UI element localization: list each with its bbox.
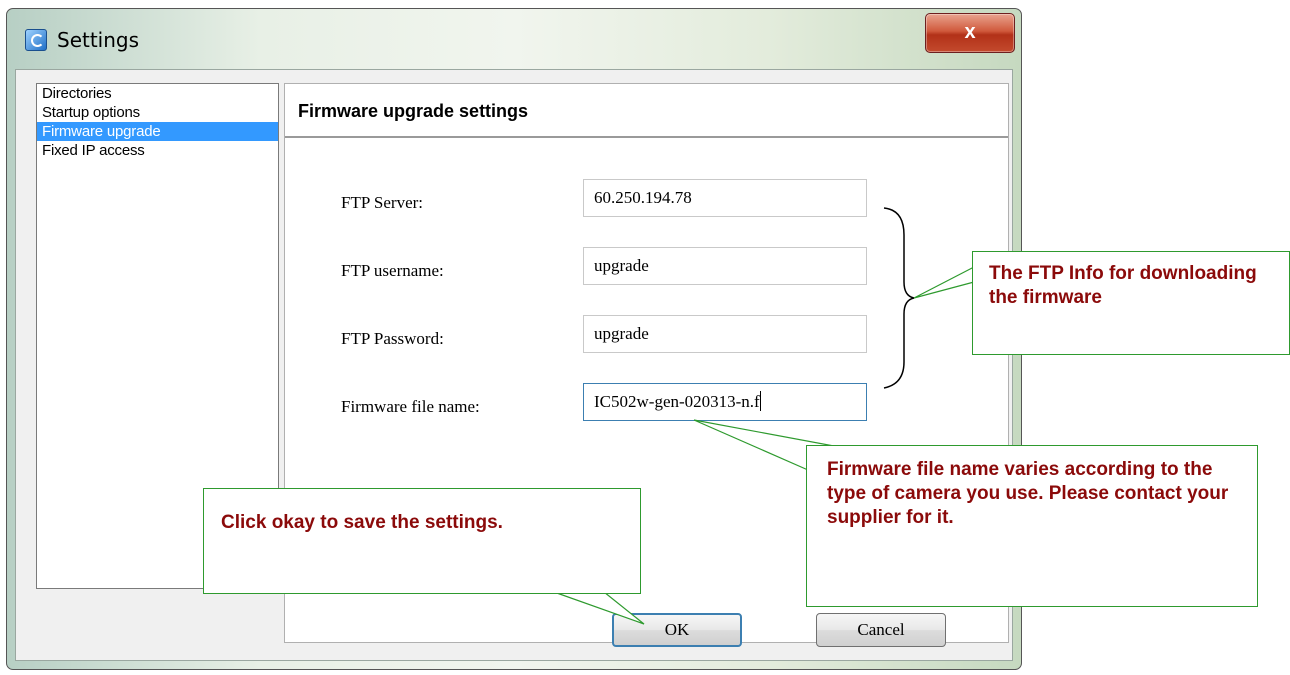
firmware-file-name-label: Firmware file name:	[341, 397, 480, 416]
text-caret	[759, 391, 761, 411]
close-icon: x	[964, 21, 976, 43]
ftp-password-input[interactable]: upgrade	[583, 315, 867, 353]
ftp-username-input[interactable]: upgrade	[583, 247, 867, 285]
ok-button[interactable]: OK	[612, 613, 742, 647]
ok-hint-callout: Click okay to save the settings.	[203, 488, 641, 594]
window-title: Settings	[57, 28, 140, 52]
ok-hint-callout-text: Click okay to save the settings.	[221, 512, 503, 533]
sidebar-item-directories[interactable]: Directories	[37, 84, 278, 103]
app-icon	[25, 29, 47, 51]
ftp-password-label: FTP Password:	[341, 329, 444, 348]
firmware-file-name-value: IC502w-gen-020313-n.f	[594, 392, 760, 411]
sidebar-item-firmware-upgrade[interactable]: Firmware upgrade	[37, 122, 278, 141]
ftp-server-input[interactable]: 60.250.194.78	[583, 179, 867, 217]
title-bar[interactable]: Settings x	[7, 9, 1021, 71]
panel-divider	[285, 136, 1008, 138]
ftp-server-label: FTP Server:	[341, 193, 424, 212]
panel-title: Firmware upgrade settings	[298, 101, 529, 121]
cancel-button[interactable]: Cancel	[816, 613, 946, 647]
ftp-info-callout: The FTP Info for downloading the firmwar…	[972, 251, 1290, 355]
firmware-name-callout: Firmware file name varies according to t…	[806, 445, 1258, 607]
sidebar-item-startup-options[interactable]: Startup options	[37, 103, 278, 122]
firmware-name-callout-text: Firmware file name varies according to t…	[827, 459, 1229, 528]
ftp-username-label: FTP username:	[341, 261, 444, 280]
firmware-file-name-input[interactable]: IC502w-gen-020313-n.f	[583, 383, 867, 421]
ftp-info-callout-text: The FTP Info for downloading the firmwar…	[989, 263, 1257, 308]
close-button[interactable]: x	[925, 13, 1015, 53]
sidebar-item-fixed-ip-access[interactable]: Fixed IP access	[37, 141, 278, 160]
